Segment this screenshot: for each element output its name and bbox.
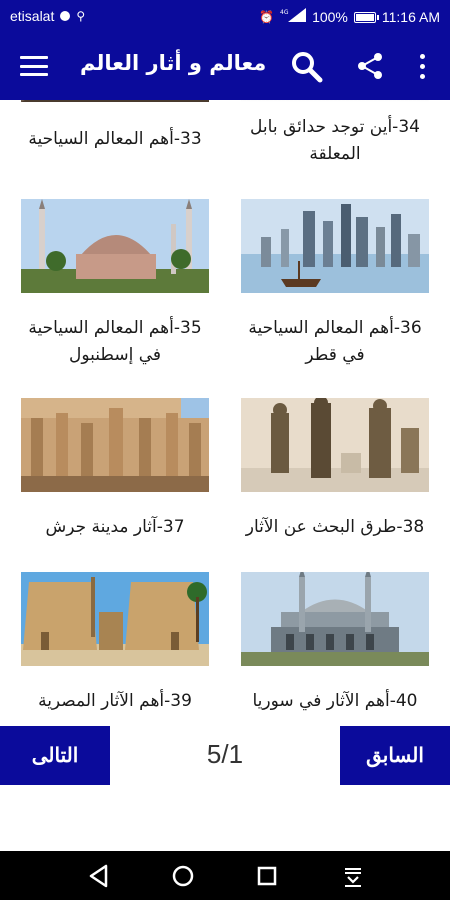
status-time: 11:16 AM [381, 9, 440, 25]
thumbnail-image [21, 100, 209, 102]
item-label: 34-أين توجد حدائق بابل المعلقة [250, 117, 420, 164]
item-label: 37-آثار مدينة جرش [45, 517, 185, 537]
back-icon[interactable] [86, 863, 112, 889]
item-label: 33-أهم المعالم السياحية [28, 129, 202, 149]
item-label: 39-أهم الآثار المصرية [38, 691, 192, 711]
status-left: etisalat ⚲ [10, 8, 85, 24]
pagination-bar: التالى 5/1 السابق [0, 723, 450, 851]
list-item[interactable]: 37-آثار مدينة جرش [20, 398, 210, 541]
thumbnail-image [241, 199, 429, 293]
status-right: ⏰ 4G 100% 11:16 AM [259, 8, 440, 26]
recents-icon[interactable] [254, 863, 280, 889]
item-label: 36-أهم المعالم السياحية في قطر [248, 318, 422, 365]
list-item[interactable]: 36-أهم المعالم السياحية في قطر [240, 199, 430, 369]
list-item[interactable]: 40-أهم الآثار في سوريا [240, 572, 430, 715]
alarm-icon: ⏰ [259, 10, 275, 24]
thumbnail-image [241, 572, 429, 666]
signal-label: 4G [280, 9, 289, 16]
item-label: 38-طرق البحث عن الآثار [245, 517, 425, 537]
usb-icon: ⚲ [76, 9, 86, 23]
thumbnail-image [21, 199, 209, 293]
thumbnail-image [21, 572, 209, 666]
app-bar: معالم و أثار العالم [0, 33, 450, 100]
item-label: 35-أهم المعالم السياحية في إسطنبول [28, 318, 202, 365]
more-vert-icon[interactable] [412, 51, 432, 81]
page-indicator: 5/1 [206, 739, 244, 769]
battery-percent: 100% [312, 9, 348, 25]
thumbnail-image [21, 398, 209, 492]
list-item[interactable]: 38-طرق البحث عن الآثار [240, 398, 430, 541]
battery-icon [353, 11, 379, 23]
thumbnail-image [241, 398, 429, 492]
list-item[interactable]: 35-أهم المعالم السياحية في إسطنبول [20, 199, 210, 369]
status-bar: etisalat ⚲ ⏰ 4G 100% 11:16 AM [0, 0, 450, 33]
carrier-name: etisalat [10, 8, 55, 24]
home-icon[interactable] [170, 863, 196, 889]
next-button[interactable]: التالى [0, 726, 110, 785]
list-item[interactable]: 33-أهم المعالم السياحية [20, 100, 210, 153]
keyboard-hide-icon[interactable] [340, 863, 366, 889]
search-icon[interactable] [290, 50, 324, 84]
app-title: معالم و أثار العالم [80, 51, 267, 75]
item-label: 40-أهم الآثار في سوريا [252, 691, 418, 711]
list-item[interactable]: 39-أهم الآثار المصرية [20, 572, 210, 715]
list-item[interactable]: 34-أين توجد حدائق بابل المعلقة [240, 100, 430, 168]
share-icon[interactable] [355, 51, 385, 81]
topics-grid: 34-أين توجد حدائق بابل المعلقة 33-أهم ال… [0, 100, 450, 723]
thumbnail-image [241, 100, 429, 102]
notification-dot-icon [60, 11, 71, 21]
previous-button[interactable]: السابق [340, 726, 450, 785]
signal-icon: 4G [280, 8, 307, 26]
menu-icon[interactable] [20, 53, 48, 79]
system-nav-bar [0, 851, 450, 900]
